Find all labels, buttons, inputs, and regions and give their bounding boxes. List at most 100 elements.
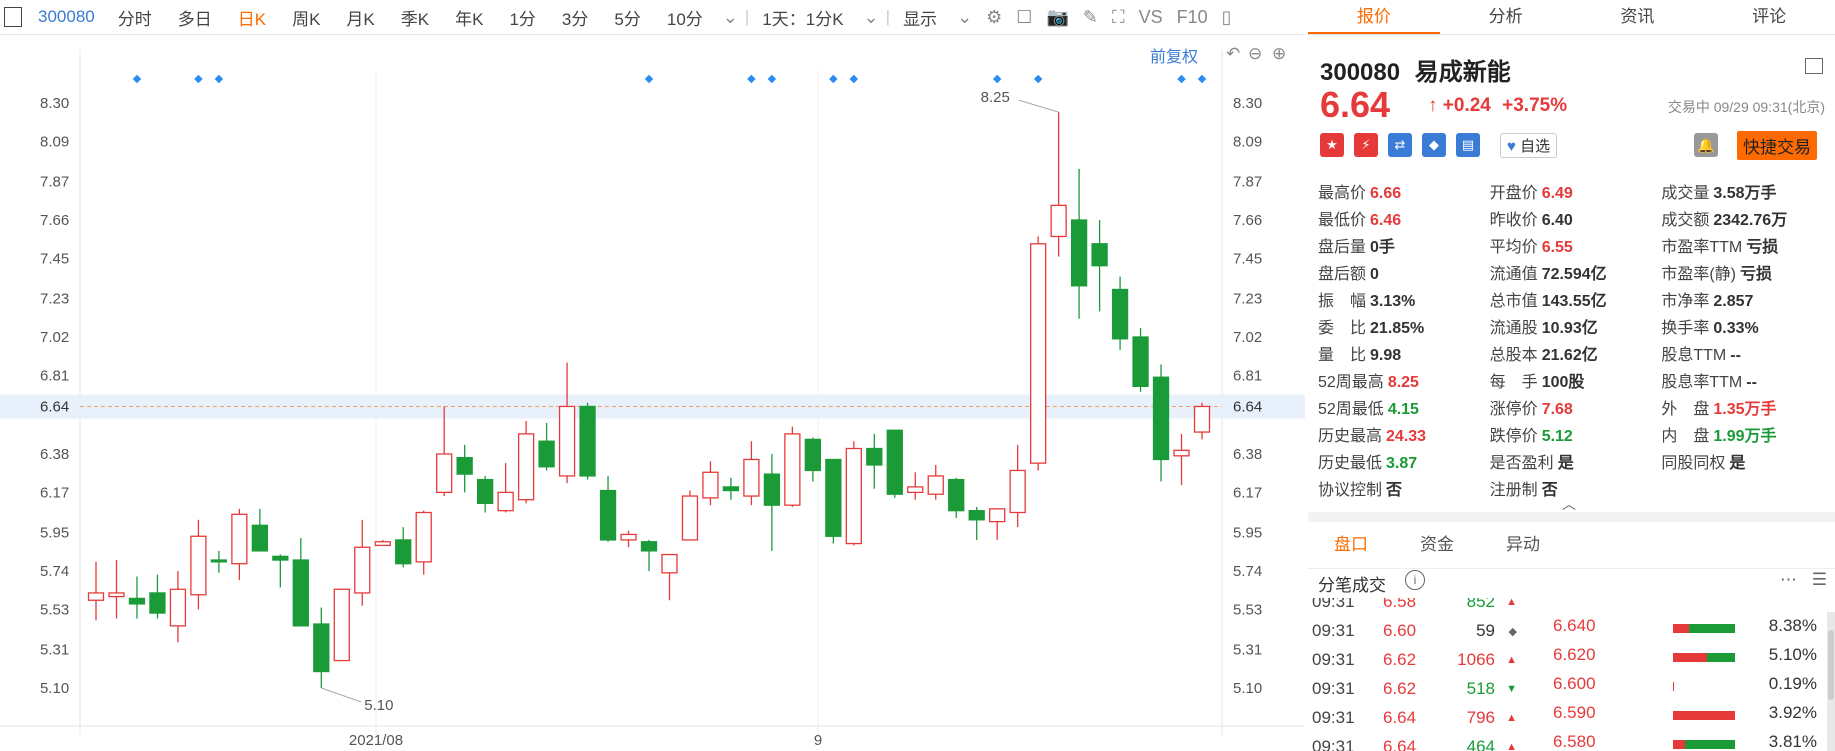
y-tick-label-right: 5.95 xyxy=(1233,525,1262,542)
tab-rik[interactable]: 日K xyxy=(238,5,266,30)
menu-icon[interactable] xyxy=(1805,58,1823,74)
quote-cell: 内 盘 1.99万手 xyxy=(1661,422,1833,446)
camera-icon[interactable]: 📷 xyxy=(1046,7,1068,28)
period-select[interactable]: 1天：1分K xyxy=(762,5,843,30)
tab-fenshi[interactable]: 分时 xyxy=(118,5,152,30)
candle-up xyxy=(845,447,862,545)
tab-comments[interactable]: 评论 xyxy=(1703,0,1835,34)
gear-icon[interactable]: ⚙ xyxy=(986,7,1002,28)
trade-volume: 796 xyxy=(1466,708,1495,727)
quote-value: 2.857 xyxy=(1713,292,1754,310)
tab-news[interactable]: 资讯 xyxy=(1572,0,1704,34)
quote-label: 流通值 xyxy=(1489,265,1538,283)
tag-icon[interactable]: ◆ xyxy=(1422,133,1446,157)
action-icons: ★ ⚡ ⇄ ◆ ▤ xyxy=(1320,133,1480,157)
trade-price: 6.62 xyxy=(1383,650,1417,669)
panel-toggle-icon[interactable] xyxy=(4,7,22,27)
depth-row: 6.620 5.10% xyxy=(1533,645,1823,673)
adjust-mode-button[interactable]: 前复权 xyxy=(1150,43,1198,67)
candlestick-chart[interactable]: 8.30 8.30 8.09 8.09 7.87 7.87 7.66 7.66 7.45 7.45… xyxy=(0,35,1305,751)
quick-trade-button[interactable]: 快捷交易 xyxy=(1737,131,1817,160)
tab-1min[interactable]: 1分 xyxy=(509,5,535,30)
tab-pankou[interactable]: 盘口 xyxy=(1308,522,1394,568)
more-dots-icon[interactable]: ⋯ xyxy=(1780,570,1797,589)
stock-code-link[interactable]: 300080 xyxy=(38,7,95,27)
event-diamond-icon xyxy=(767,74,777,84)
info-icon[interactable]: i xyxy=(1405,570,1425,590)
y-tick-label-right: 5.10 xyxy=(1233,680,1262,697)
quote-cell: 平均价 6.55 xyxy=(1490,233,1662,257)
y-tick-label-left: 6.81 xyxy=(40,367,69,384)
square-select-icon[interactable]: ☐ xyxy=(1016,7,1032,28)
candle-up xyxy=(1050,204,1067,238)
tab-niank[interactable]: 年K xyxy=(455,5,483,30)
china-flag-icon[interactable]: ★ xyxy=(1320,133,1344,157)
quote-label: 量 比 xyxy=(1318,346,1367,364)
candle-down xyxy=(579,405,596,477)
quote-cell: 开盘价 6.49 xyxy=(1490,179,1662,203)
quote-cell: 成交额 2342.76万 xyxy=(1661,206,1833,230)
list-icon[interactable]: ☰ xyxy=(1812,570,1827,589)
quote-label: 昨收价 xyxy=(1489,211,1538,229)
quote-value: 否 xyxy=(1386,481,1403,499)
tab-analysis[interactable]: 分析 xyxy=(1440,0,1572,34)
quote-label: 股息率TTM xyxy=(1661,373,1743,391)
tab-10min[interactable]: 10分 xyxy=(667,5,703,30)
undo-icon[interactable]: ↶ xyxy=(1226,44,1240,64)
chevron-down-icon[interactable]: ⌄ xyxy=(957,7,972,28)
pencil-icon[interactable]: ✎ xyxy=(1083,7,1098,28)
quote-cell: 跌停价 5.12 xyxy=(1490,422,1662,446)
scrollbar-thumb[interactable] xyxy=(1828,630,1834,700)
candle-down xyxy=(866,447,883,466)
tab-jik[interactable]: 季K xyxy=(401,5,429,30)
candle-up xyxy=(415,511,432,563)
quote-row: 52周最高 8.25 每 手 100股 股息率TTM -- xyxy=(1318,366,1833,393)
zoom-in-icon[interactable]: ⊕ xyxy=(1272,44,1286,64)
tab-3min[interactable]: 3分 xyxy=(562,5,588,30)
fullscreen-icon[interactable]: ⛶ xyxy=(1112,7,1125,28)
sidebar-toggle-icon[interactable]: ▯ xyxy=(1222,7,1232,28)
candle-down xyxy=(640,541,658,552)
quote-cell: 最高价 6.66 xyxy=(1318,179,1490,203)
tab-yuek[interactable]: 月K xyxy=(346,5,374,30)
vs-button[interactable]: VS xyxy=(1139,7,1163,28)
bell-icon[interactable]: 🔔 xyxy=(1694,133,1718,157)
quote-value: 亏损 xyxy=(1746,238,1779,256)
y-tick-label-right: 5.31 xyxy=(1233,642,1262,659)
zoom-out-icon[interactable]: ⊖ xyxy=(1248,44,1262,64)
f10-button[interactable]: F10 xyxy=(1177,7,1208,28)
quote-cell: 昨收价 6.40 xyxy=(1490,206,1662,230)
quote-label: 内 盘 xyxy=(1661,427,1710,445)
quote-value: 2342.76万 xyxy=(1713,211,1788,229)
trade-time: 09:31 xyxy=(1312,737,1355,751)
candle-up xyxy=(681,495,699,541)
display-menu[interactable]: 显示 xyxy=(903,5,937,30)
depth-bar-red xyxy=(1673,624,1689,633)
chevron-down-icon[interactable]: ⌄ xyxy=(723,7,738,28)
quote-cell: 市净率 2.857 xyxy=(1661,287,1833,311)
collapse-chevron-icon[interactable]: ︿ xyxy=(1562,494,1576,514)
tab-yidong[interactable]: 异动 xyxy=(1480,522,1566,568)
trade-row: 09:31 6.60 59 ◆ xyxy=(1308,621,1523,649)
shuffle-icon[interactable]: ⇄ xyxy=(1388,133,1412,157)
quote-cell: 盘后额 0 xyxy=(1318,260,1490,284)
chevron-down-icon[interactable]: ⌄ xyxy=(864,7,879,28)
scrollbar[interactable] xyxy=(1827,612,1835,751)
quote-label: 协议控制 xyxy=(1318,481,1383,499)
tab-zijin[interactable]: 资金 xyxy=(1394,522,1480,568)
bookmark-icon[interactable]: ▤ xyxy=(1456,133,1480,157)
candle-up xyxy=(354,546,371,594)
tab-5min[interactable]: 5分 xyxy=(614,5,640,30)
candle-down xyxy=(968,510,985,521)
depth-bar-green xyxy=(1688,624,1735,633)
lightning-icon[interactable]: ⚡ xyxy=(1354,133,1378,157)
tab-quote[interactable]: 报价 xyxy=(1308,0,1440,34)
quote-value: 否 xyxy=(1541,481,1558,499)
add-watchlist-button[interactable]: ♥ 自选 xyxy=(1500,133,1558,158)
quote-value: 是 xyxy=(1557,454,1574,472)
candle-down xyxy=(149,592,166,614)
quote-value: 5.12 xyxy=(1541,427,1573,445)
tab-duori[interactable]: 多日 xyxy=(178,5,212,30)
tab-zhouk[interactable]: 周K xyxy=(292,5,320,30)
trade-price: 6.60 xyxy=(1383,621,1417,640)
